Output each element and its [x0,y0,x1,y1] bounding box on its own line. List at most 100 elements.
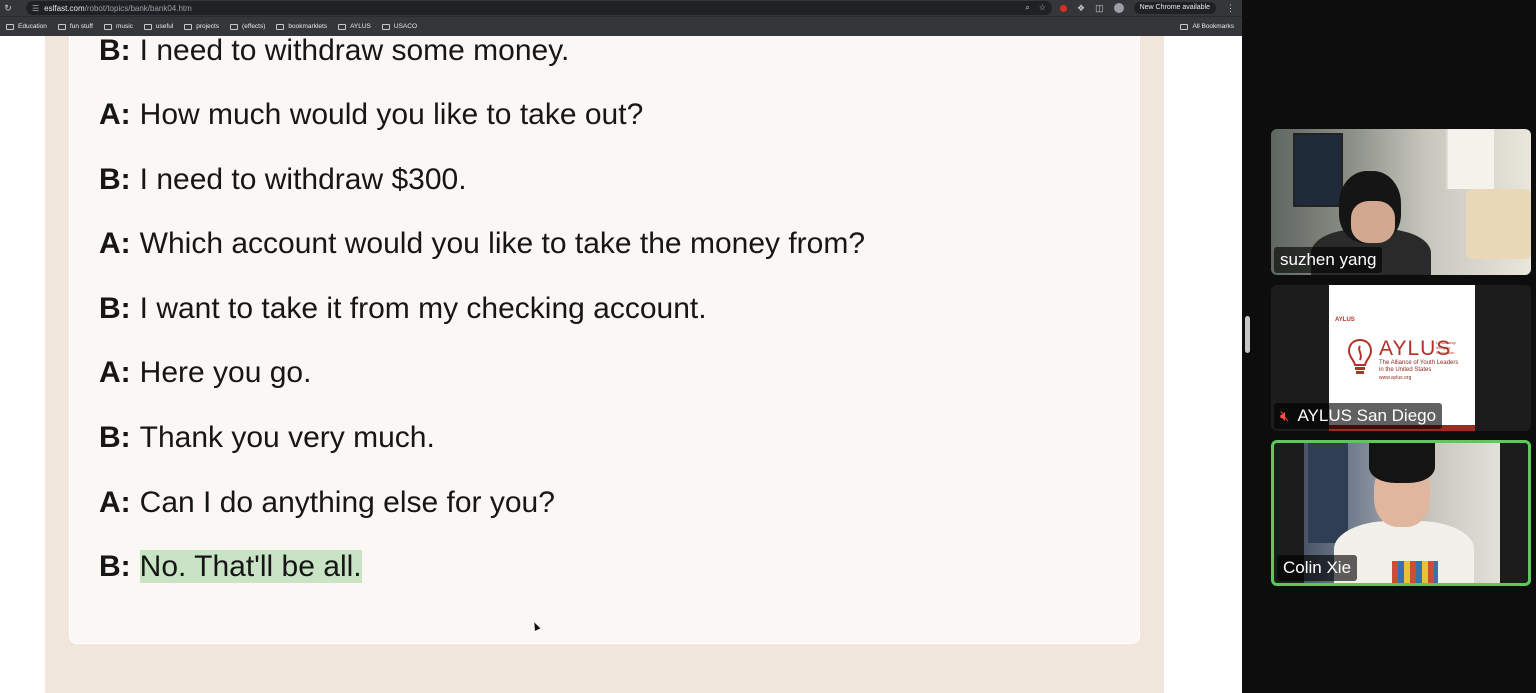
profile-avatar[interactable] [1113,3,1124,13]
page-content: B: I need to withdraw some money. A: How m… [0,33,1242,693]
all-bookmarks-label: All Bookmarks [1192,23,1234,30]
logo-subtitle-line: The Alliance of Youth Leaders [1379,360,1459,366]
speaker-label: A: [99,98,131,131]
dialogue-text: How much would you like to take out? [139,98,644,131]
video-feed-shape [1466,189,1531,259]
folder-icon [381,23,390,30]
speaker-label: B: [99,163,131,196]
bookmark-folder[interactable]: fun stuff [57,23,93,30]
speaker-label: A: [99,356,131,389]
dialogue-text: Here you go. [139,356,312,389]
dialogue-text: I want to take it from my checking accou… [139,292,707,325]
site-settings-icon[interactable]: ☰ [32,4,39,13]
dialogue-text: I need to withdraw $300. [139,163,467,196]
participant-name: Colin Xie [1277,555,1358,581]
dialogue-text: Can I do anything else for you? [139,486,555,519]
panel-resize-handle[interactable] [1245,316,1250,353]
dialogue-card: B: I need to withdraw some money. A: How m… [69,33,1140,644]
highlighted-text: No. That'll be all. [139,550,362,583]
folder-icon [6,23,14,30]
extensions-puzzle-icon[interactable]: ❖ [1077,3,1085,14]
folder-icon [184,23,193,30]
url-host: eslfast.com [44,3,85,13]
lightbulb-icon [1347,338,1373,374]
bookmark-label: projects [196,23,220,30]
dialogue-text: Thank you very much. [139,421,435,454]
dialogue-line: B: No. That'll be all. [99,549,362,585]
bookmark-folder[interactable]: USACO [381,23,418,30]
dialogue-line: B: I need to withdraw $300. [99,162,467,198]
dialogue-line: A: Which account would you like to take t… [99,226,865,262]
dialogue-line: B: I want to take it from my checking acc… [99,291,707,327]
folder-icon [143,23,152,30]
bookmark-folder[interactable]: Education [6,23,47,30]
bookmark-folder[interactable]: music [103,23,133,30]
bookmark-star-icon[interactable]: ☆ [1039,1,1046,15]
folder-icon [338,23,347,30]
speaker-label: A: [99,227,131,260]
side-panel-icon[interactable]: ◫ [1095,3,1104,14]
more-menu-icon[interactable]: ⋮ [1226,3,1235,14]
participant-name-text: Colin Xie [1283,558,1352,577]
bookmark-folder[interactable]: AYLUS [338,23,371,30]
folder-icon [230,23,239,30]
dialogue-line: A: Here you go. [99,355,311,391]
bookmark-label: music [115,23,133,30]
all-bookmarks-button[interactable]: All Bookmarks [1180,17,1234,37]
mic-muted-icon: 🔇︎ [1280,407,1290,425]
speaker-label: A: [99,486,131,519]
video-feed-shape [1392,561,1438,583]
logo-subtitle: The Alliance of Youth Leaders in the Uni… [1379,360,1469,374]
speaker-label: B: [99,421,131,454]
url-path: /robot/topics/bank/bank04.htm [84,3,192,13]
bookmark-folder[interactable]: bookmarklets [276,23,327,30]
bookmark-label: useful [155,23,174,30]
video-feed-shape [1293,133,1343,207]
video-feed-shape [1369,443,1435,483]
video-feed-shape [1446,129,1494,189]
bookmark-folder[interactable]: (effects) [230,23,265,30]
bookmark-label: fun stuff [69,23,93,30]
folder-icon [276,23,285,30]
dialogue-line: B: I need to withdraw some money. [99,33,569,69]
reload-icon[interactable]: ↻ [0,0,16,16]
participant-name-text: AYLUS San Diego [1297,406,1437,425]
zoom-icon[interactable]: ⌕ [1025,1,1029,15]
chrome-update-button[interactable]: New Chrome available [1133,2,1217,14]
extension-icon[interactable] [1060,4,1067,12]
dialogue-line: A: How much would you like to take out? [99,97,643,133]
participant-name-text: suzhen yang [1280,250,1377,269]
address-bar[interactable]: ☰ eslfast.com/robot/topics/bank/bank04.h… [26,1,1052,15]
participant-tile[interactable]: suzhen yang [1271,129,1531,275]
page-background: B: I need to withdraw some money. A: How m… [45,33,1164,693]
participant-name: 🔇︎ AYLUS San Diego [1274,403,1443,429]
participant-tile-active-speaker[interactable]: Colin Xie [1271,440,1531,586]
logo-tagline: Leadership Integrity Innovation [1436,340,1456,355]
speaker-label: B: [99,292,131,325]
logo-subtitle-line: in the United States [1379,367,1432,373]
folder-icon [57,23,66,30]
bookmark-label: (effects) [242,23,266,30]
dialogue-text: Which account would you like to take the… [139,227,866,260]
browser-window: ↻ ☰ eslfast.com/robot/topics/bank/bank04… [0,0,1242,693]
video-panel: suzhen yang AYLUS AYLUS Leadership Integ… [1242,0,1536,693]
participant-name: suzhen yang [1274,247,1383,273]
video-feed-shape [1308,443,1348,543]
bookmark-label: AYLUS [350,23,371,30]
logo-tagline-line: Innovation [1436,350,1455,355]
bookmark-label: Education [18,23,47,30]
video-feed-shape [1351,201,1395,243]
dialogue-line: B: Thank you very much. [99,420,435,456]
dialogue-text: I need to withdraw some money. [139,34,570,67]
bookmark-label: USACO [393,23,418,30]
speaker-label: B: [99,550,131,583]
bookmark-label: bookmarklets [288,23,328,30]
bookmark-folder[interactable]: projects [184,23,219,30]
bookmark-folder[interactable]: useful [143,23,174,30]
folder-icon [1180,24,1189,30]
browser-toolbar: ↻ ☰ eslfast.com/robot/topics/bank/bank04… [0,0,1242,16]
speaker-label: B: [99,34,131,67]
participant-tile[interactable]: AYLUS AYLUS Leadership Integrity Innovat… [1271,285,1531,431]
dialogue-line: A: Can I do anything else for you? [99,485,555,521]
folder-icon [103,23,112,30]
